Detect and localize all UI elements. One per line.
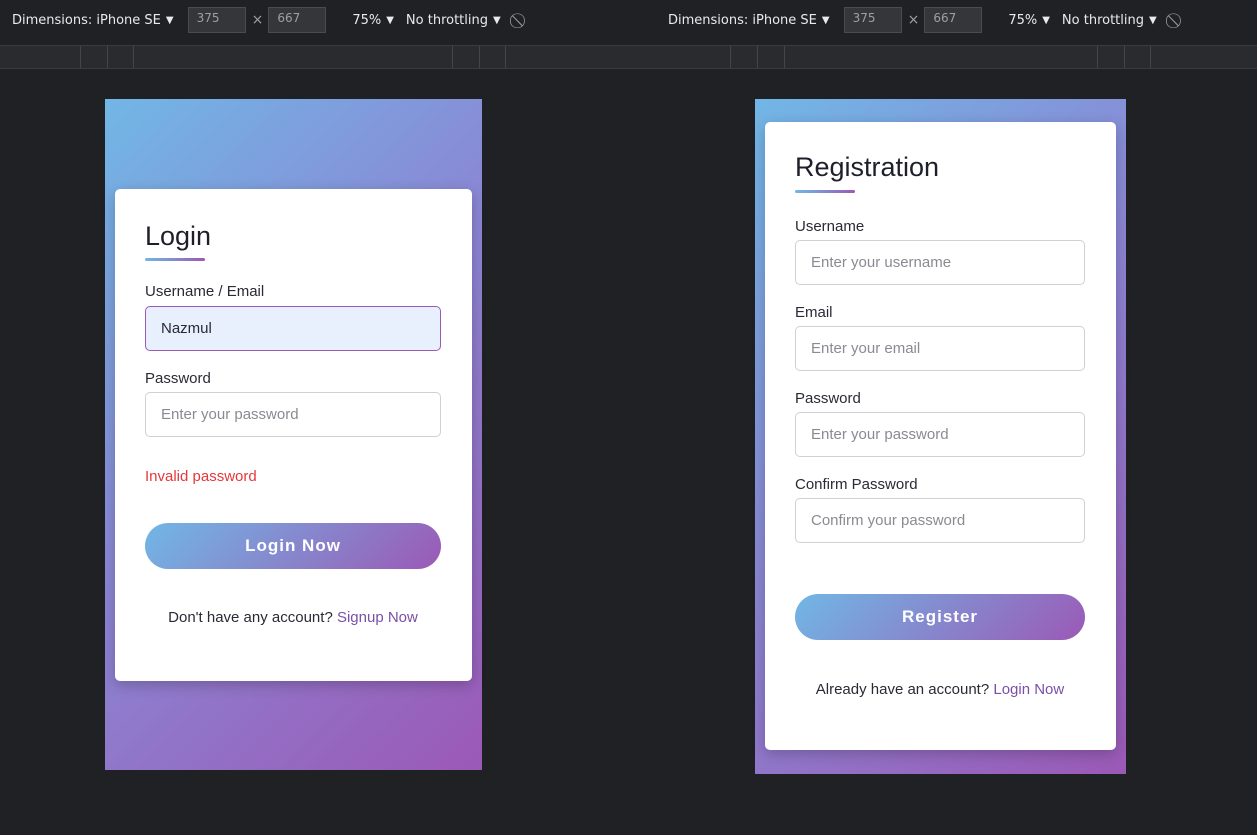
media-query-bar-left[interactable] [0, 45, 642, 69]
throttling-label: No throttling [1061, 12, 1144, 28]
width-input[interactable]: 375 [187, 7, 246, 33]
throttling-label: No throttling [405, 12, 488, 28]
zoom-label: 75% [352, 12, 382, 28]
media-query-bar-right[interactable] [642, 45, 1257, 69]
password-label: Password [145, 370, 211, 387]
devtools-toolbar-right: Dimensions: iPhone SE ▼ 375 × 667 75% ▼ … [668, 7, 1177, 33]
zoom-selector[interactable]: 75% ▼ [1008, 13, 1050, 28]
registration-viewport: Registration Username Enter your usernam… [755, 99, 1126, 774]
device-selector[interactable]: Dimensions: iPhone SE ▼ [12, 13, 174, 28]
height-input[interactable]: 667 [924, 7, 983, 33]
login-prompt-text: Already have an account? [815, 681, 990, 698]
dropdown-arrow-icon: ▼ [1042, 14, 1050, 26]
throttling-selector[interactable]: No throttling ▼ [1062, 13, 1157, 28]
username-input[interactable]: Enter your username [795, 240, 1085, 285]
page-title: Registration [795, 152, 940, 182]
title-underline [795, 190, 855, 193]
dropdown-arrow-icon: ▼ [821, 14, 830, 26]
zoom-label: 75% [1008, 12, 1038, 28]
signup-link[interactable]: Signup Now [337, 609, 418, 626]
devtools-toolbar-left: Dimensions: iPhone SE ▼ 375 × 667 75% ▼ … [12, 7, 521, 33]
dropdown-arrow-icon: ▼ [493, 14, 501, 26]
signup-prompt: Don't have any account? Signup Now [145, 606, 441, 629]
zoom-selector[interactable]: 75% ▼ [352, 13, 394, 28]
login-prompt: Already have an account? Login Now [795, 678, 1085, 701]
dropdown-arrow-icon: ▼ [1149, 14, 1157, 26]
device-label: Dimensions: iPhone SE [668, 12, 817, 28]
email-input[interactable]: Enter your email [795, 326, 1085, 371]
login-viewport: Login Username / Email Nazmul Password E… [105, 99, 482, 770]
height-input[interactable]: 667 [268, 7, 327, 33]
error-message: Invalid password [145, 468, 257, 485]
login-link[interactable]: Login Now [993, 681, 1064, 698]
device-selector[interactable]: Dimensions: iPhone SE ▼ [668, 13, 830, 28]
times-icon: × [251, 12, 264, 28]
title-underline [145, 258, 205, 261]
times-icon: × [907, 12, 920, 28]
page-title: Login [145, 221, 212, 251]
login-button[interactable]: Login Now [145, 523, 441, 569]
username-label: Username / Email [145, 283, 265, 300]
dropdown-arrow-icon: ▼ [386, 14, 394, 26]
password-label: Password [795, 390, 861, 407]
throttling-selector[interactable]: No throttling ▼ [406, 13, 501, 28]
username-label: Username [795, 218, 865, 235]
confirm-password-input[interactable]: Confirm your password [795, 498, 1085, 543]
password-input[interactable]: Enter your password [795, 412, 1085, 457]
login-card: Login Username / Email Nazmul Password E… [115, 189, 472, 681]
device-label: Dimensions: iPhone SE [12, 12, 161, 28]
password-input[interactable]: Enter your password [145, 392, 441, 437]
dropdown-arrow-icon: ▼ [165, 14, 174, 26]
register-button[interactable]: Register [795, 594, 1085, 640]
signup-prompt-text: Don't have any account? [168, 609, 333, 626]
width-input[interactable]: 375 [843, 7, 902, 33]
username-input[interactable]: Nazmul [145, 306, 441, 351]
confirm-password-label: Confirm Password [795, 476, 918, 493]
registration-card: Registration Username Enter your usernam… [765, 122, 1116, 750]
email-label: Email [795, 304, 833, 321]
